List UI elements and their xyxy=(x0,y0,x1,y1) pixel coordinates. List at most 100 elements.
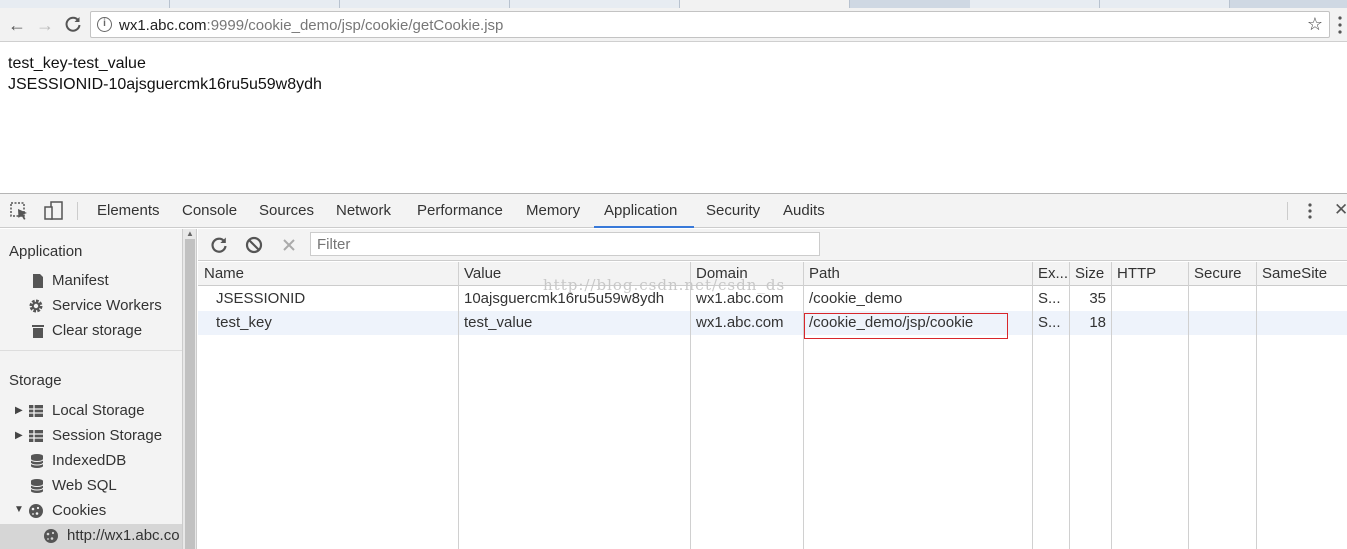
cookie-line: test_key-test_value xyxy=(8,55,146,72)
column-divider[interactable] xyxy=(690,262,691,549)
tab-elements[interactable]: Elements xyxy=(87,194,170,228)
sidebar-item-clear-storage[interactable]: Clear storage xyxy=(0,319,182,344)
cookie-line: JSESSIONID-10ajsguercmk16ru5u59w8ydh xyxy=(8,76,322,93)
column-divider[interactable] xyxy=(1069,262,1070,549)
tab-console[interactable]: Console xyxy=(172,194,247,228)
sidebar-scrollbar[interactable]: ▲ xyxy=(183,229,197,549)
cell-expires: S... xyxy=(1038,314,1061,331)
tab-network[interactable]: Network xyxy=(326,194,401,228)
url-host: wx1.abc.com xyxy=(119,17,207,34)
browser-tab[interactable] xyxy=(340,0,510,8)
cookie-icon xyxy=(44,529,58,543)
forward-arrow-icon[interactable]: → xyxy=(34,14,56,36)
path-highlight-box xyxy=(804,313,1008,339)
scrollbar-thumb[interactable] xyxy=(185,239,195,549)
table-grid-icon xyxy=(29,430,43,442)
column-header-name[interactable]: Name xyxy=(204,265,244,282)
cell-size: 35 xyxy=(1089,290,1106,307)
sidebar-item-manifest[interactable]: Manifest xyxy=(0,269,182,294)
cell-name: test_key xyxy=(216,314,272,331)
tab-audits[interactable]: Audits xyxy=(773,194,835,228)
column-divider[interactable] xyxy=(458,262,459,549)
cell-value: test_value xyxy=(464,314,533,331)
table-row[interactable]: test_key test_value wx1.abc.com /cookie_… xyxy=(198,311,1347,335)
address-bar[interactable]: i wx1.abc.com:9999/cookie_demo/jsp/cooki… xyxy=(90,11,1330,38)
inspect-element-icon[interactable] xyxy=(9,201,31,221)
expand-triangle-icon[interactable]: ▶ xyxy=(15,430,23,441)
cell-domain: wx1.abc.com xyxy=(696,314,784,331)
database-icon xyxy=(30,479,44,493)
column-divider[interactable] xyxy=(1256,262,1257,549)
filter-input[interactable] xyxy=(310,232,820,256)
column-header-path[interactable]: Path xyxy=(809,265,840,282)
column-header-samesite[interactable]: SameSite xyxy=(1262,265,1327,282)
browser-tab-active[interactable] xyxy=(680,0,850,8)
tab-application[interactable]: Application xyxy=(594,194,694,228)
refresh-icon[interactable] xyxy=(209,235,229,255)
sidebar-divider xyxy=(0,350,182,351)
column-divider[interactable] xyxy=(803,262,804,549)
browser-tab[interactable] xyxy=(510,0,680,8)
watermark: http://blog.csdn.net/csdn_ds xyxy=(543,276,786,294)
sidebar-item-service-workers[interactable]: Service Workers xyxy=(0,294,182,319)
sidebar-item-label: Session Storage xyxy=(52,427,163,444)
column-header-secure[interactable]: Secure xyxy=(1194,265,1242,282)
cookies-toolbar xyxy=(198,229,1347,261)
database-icon xyxy=(30,454,44,468)
sidebar-item-web-sql[interactable]: Web SQL xyxy=(0,474,182,499)
browser-tab[interactable] xyxy=(0,0,170,8)
sidebar-section-storage: Storage xyxy=(9,372,62,389)
sidebar-item-local-storage[interactable]: ▶ Local Storage xyxy=(0,399,182,424)
tab-security[interactable]: Security xyxy=(696,194,770,228)
cell-path: /cookie_demo xyxy=(809,290,903,307)
column-divider[interactable] xyxy=(1188,262,1189,549)
sidebar-item-label: Service Workers xyxy=(52,297,162,314)
browser-menu-icon[interactable] xyxy=(1337,15,1343,35)
browser-tab[interactable] xyxy=(1100,0,1230,8)
back-arrow-icon[interactable]: ← xyxy=(6,14,28,36)
sidebar-item-label: Web SQL xyxy=(52,477,117,494)
device-toolbar-icon[interactable] xyxy=(43,201,65,221)
bookmark-star-icon[interactable]: ☆ xyxy=(1307,14,1323,35)
sidebar-item-label: Clear storage xyxy=(52,322,143,339)
tab-performance[interactable]: Performance xyxy=(407,194,513,228)
site-info-icon[interactable]: i xyxy=(97,17,112,32)
document-icon xyxy=(33,274,43,288)
cookies-view: Name Value Domain Path Ex... Size HTTP S… xyxy=(198,229,1347,549)
toolbar-divider xyxy=(77,202,78,220)
close-devtools-icon[interactable]: ✕ xyxy=(1334,200,1347,220)
clear-all-icon[interactable] xyxy=(244,235,264,255)
cell-name: JSESSIONID xyxy=(216,290,306,307)
cell-size: 18 xyxy=(1089,314,1106,331)
column-header-http[interactable]: HTTP xyxy=(1117,265,1156,282)
url-text[interactable]: wx1.abc.com:9999/cookie_demo/jsp/cookie/… xyxy=(119,17,503,34)
application-sidebar: Application Manifest Service Workers Cle… xyxy=(0,229,183,549)
collapse-triangle-icon[interactable]: ▼ xyxy=(14,504,24,515)
column-divider[interactable] xyxy=(1111,262,1112,549)
browser-tab[interactable] xyxy=(970,0,1100,8)
column-header-expires[interactable]: Ex... xyxy=(1038,265,1068,282)
trash-icon xyxy=(32,325,44,338)
devtools-menu-icon[interactable] xyxy=(1306,202,1314,220)
table-grid-icon xyxy=(29,405,43,417)
browser-tab[interactable] xyxy=(170,0,340,8)
sidebar-item-cookies[interactable]: ▼ Cookies xyxy=(0,499,182,524)
column-header-size[interactable]: Size xyxy=(1075,265,1104,282)
devtools-panel: Elements Console Sources Network Perform… xyxy=(0,193,1347,549)
sidebar-item-cookie-origin[interactable]: http://wx1.abc.co xyxy=(0,524,182,549)
delete-selected-icon[interactable] xyxy=(279,235,299,255)
sidebar-item-label: Local Storage xyxy=(52,402,145,419)
sidebar-item-label: Manifest xyxy=(52,272,109,289)
reload-icon[interactable] xyxy=(62,14,84,36)
expand-triangle-icon[interactable]: ▶ xyxy=(15,405,23,416)
tab-memory[interactable]: Memory xyxy=(516,194,590,228)
sidebar-item-session-storage[interactable]: ▶ Session Storage xyxy=(0,424,182,449)
cookie-icon xyxy=(29,504,43,518)
column-header-value[interactable]: Value xyxy=(464,265,501,282)
tab-sources[interactable]: Sources xyxy=(249,194,324,228)
sidebar-item-indexeddb[interactable]: IndexedDB xyxy=(0,449,182,474)
sidebar-item-label: IndexedDB xyxy=(52,452,127,469)
column-divider[interactable] xyxy=(1032,262,1033,549)
scroll-up-arrow-icon[interactable]: ▲ xyxy=(186,229,194,238)
toolbar-divider xyxy=(1287,202,1288,220)
